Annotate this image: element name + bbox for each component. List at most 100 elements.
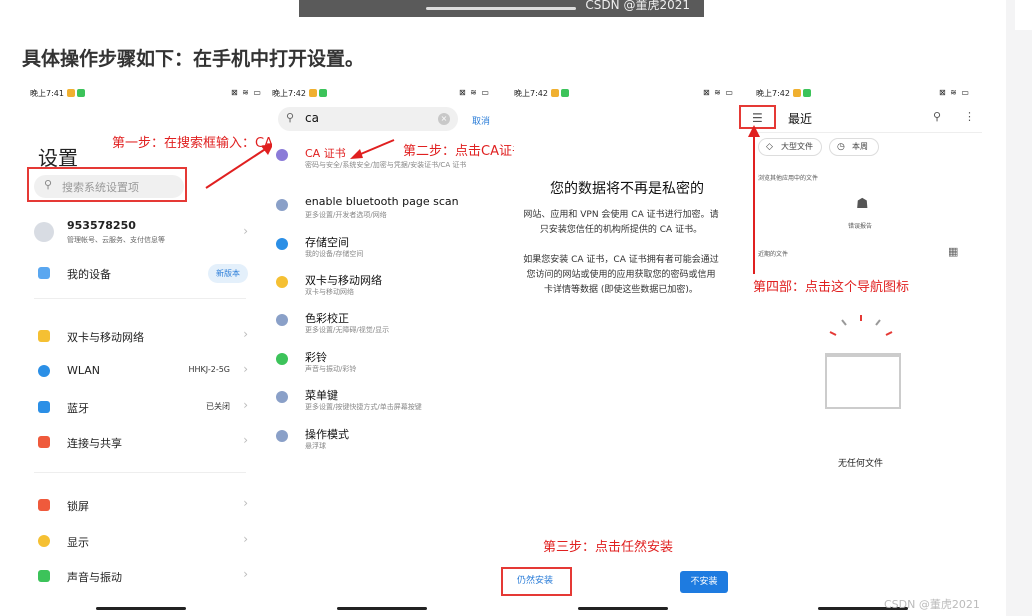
chip-large-files[interactable]: ◇ 大型文件 <box>758 138 822 156</box>
warning-paragraph: 如果您安装 CA 证书，CA 证书拥有者可能会通过 您访问的网站或使用的应用获取… <box>506 253 736 298</box>
settings-item-bluetooth[interactable]: 蓝牙 已关闭 › <box>34 397 250 417</box>
result-path: 更多设置/开发者选项/网络 <box>305 211 387 219</box>
result-path: 悬浮球 <box>305 442 326 450</box>
warning-line: 卡详情等数据 (即使这些数据已加密)。 <box>544 285 698 295</box>
search-result[interactable]: 色彩校正 更多设置/无障碍/视觉/显示 <box>276 310 488 346</box>
result-title: 操作模式 <box>305 428 349 441</box>
dont-install-button[interactable]: 不安装 <box>680 571 728 593</box>
search-result[interactable]: 彩铃 声音与振动/彩铃 <box>276 349 488 385</box>
highlight-box-menu <box>739 105 776 129</box>
bluetooth-icon <box>38 401 50 413</box>
warning-line: 您访问的网站或使用的应用获取您的密码或信用 <box>526 270 716 280</box>
settings-item-label: 双卡与移动网络 <box>67 331 144 344</box>
settings-item-value: 已关闭 <box>206 402 230 411</box>
notification-icon <box>309 89 317 97</box>
sun-icon <box>38 535 50 547</box>
wifi-icon <box>38 365 50 377</box>
settings-item-label: WLAN <box>67 364 101 377</box>
section-label: 浏览其他应用中的文件 <box>758 175 819 182</box>
annotation-step1: 第一步：在搜索框输入：CA <box>112 136 273 151</box>
screenshot-files: 晚上7:42 ⊠ ≋ ▭ <box>756 84 982 616</box>
settings-item-sound[interactable]: 声音与振动 › <box>34 566 250 586</box>
status-icons: ⊠ ≋ ▭ <box>938 88 970 97</box>
account-subtitle: 管理帐号、云服务、支付信息等 <box>67 236 165 244</box>
bug-report-label: 错误报告 <box>848 223 873 230</box>
storage-icon <box>276 238 288 250</box>
search-value: ca <box>305 111 319 125</box>
lock-icon <box>38 499 50 511</box>
warning-line: 只安装您信任的机构所提供的 CA 证书。 <box>539 225 703 235</box>
chevron-right-icon: › <box>243 532 248 546</box>
settings-item-wlan[interactable]: WLAN HHKJ-2-5G › <box>34 361 250 381</box>
search-icon[interactable]: ⚲ <box>933 110 941 123</box>
settings-item-display[interactable]: 显示 › <box>34 531 250 551</box>
avatar <box>34 222 54 242</box>
sim-icon <box>276 276 288 288</box>
notification-icon <box>793 89 801 97</box>
status-icons: ⊠ ≋ ▭ <box>702 88 734 97</box>
watermark-top: CSDN @董虎2021 <box>585 0 690 12</box>
result-title: 彩铃 <box>305 351 327 364</box>
result-path: 双卡与移动网络 <box>305 288 354 296</box>
account-row[interactable]: 953578250 管理帐号、云服务、支付信息等 › <box>34 218 250 250</box>
grid-view-icon[interactable]: ▦ <box>948 245 958 258</box>
chip-label: 本周 <box>852 142 868 151</box>
home-indicator <box>426 7 576 10</box>
result-path: 声音与振动/彩铃 <box>305 365 357 373</box>
warning-line: 网站、应用和 VPN 会使用 CA 证书进行加密。请 <box>523 210 719 220</box>
status-time: 晚上7:42 <box>272 89 306 98</box>
status-time: 晚上7:42 <box>514 89 548 98</box>
search-result[interactable]: enable bluetooth page scan 更多设置/开发者选项/网络 <box>276 195 488 231</box>
settings-item-lockscreen[interactable]: 锁屏 › <box>34 495 250 515</box>
notification-icon <box>77 89 85 97</box>
status-bar: 晚上7:42 ⊠ ≋ ▭ <box>756 88 982 102</box>
divider <box>756 132 982 133</box>
notification-icon <box>803 89 811 97</box>
status-icons: ⊠ ≋ ▭ <box>230 88 262 97</box>
strip-block <box>1015 0 1032 30</box>
search-input[interactable]: ⚲ ca × <box>278 107 458 131</box>
highlight-box-install <box>501 567 572 596</box>
search-result[interactable]: 菜单键 更多设置/按键快捷方式/单击屏幕按键 <box>276 387 488 423</box>
home-indicator <box>337 607 427 610</box>
settings-item-label: 显示 <box>67 536 89 549</box>
files-title: 最近 <box>788 112 813 126</box>
more-icon <box>276 430 288 442</box>
share-icon <box>38 436 50 448</box>
warning-paragraph: 网站、应用和 VPN 会使用 CA 证书进行加密。请 只安装您信任的机构所提供的… <box>506 208 736 238</box>
chevron-right-icon: › <box>243 398 248 412</box>
device-icon <box>38 267 50 279</box>
more-icon <box>276 391 288 403</box>
bug-icon[interactable]: ☗ <box>856 196 869 212</box>
settings-item-label: 蓝牙 <box>67 402 89 415</box>
result-title: 菜单键 <box>305 389 338 402</box>
home-indicator <box>578 607 668 610</box>
more-vert-icon[interactable]: ⋮ <box>964 110 975 123</box>
settings-item-dual-sim[interactable]: 双卡与移动网络 › <box>34 326 250 346</box>
status-time: 晚上7:42 <box>756 89 790 98</box>
new-version-badge: 新版本 <box>208 264 248 283</box>
result-path: 更多设置/无障碍/视觉/显示 <box>305 326 390 334</box>
settings-item-connection[interactable]: 连接与共享 › <box>34 432 250 452</box>
status-time: 晚上7:41 <box>30 89 64 98</box>
settings-item-label: 声音与振动 <box>67 571 122 584</box>
result-path: 我的设备/存储空间 <box>305 250 364 258</box>
chip-this-week[interactable]: ◷ 本周 <box>829 138 879 156</box>
chevron-right-icon: › <box>243 496 248 510</box>
watermark-bottom: CSDN @董虎2021 <box>884 598 980 611</box>
search-result[interactable]: 双卡与移动网络 双卡与移动网络 <box>276 272 488 308</box>
clear-icon[interactable]: × <box>438 113 450 125</box>
section-heading: 具体操作步骤如下：在手机中打开设置。 <box>22 48 365 70</box>
sim-icon <box>38 330 50 342</box>
search-result[interactable]: 操作模式 悬浮球 <box>276 426 488 462</box>
chevron-right-icon: › <box>243 362 248 376</box>
settings-item-label: 我的设备 <box>67 268 111 281</box>
result-path: 更多设置/按键快捷方式/单击屏幕按键 <box>305 403 422 411</box>
cancel-button[interactable]: 取消 <box>472 114 490 127</box>
search-result[interactable]: 存储空间 我的设备/存储空间 <box>276 234 488 270</box>
settings-item-my-device[interactable]: 我的设备 新版本 <box>34 263 250 283</box>
warning-line: 如果您安装 CA 证书，CA 证书拥有者可能会通过 <box>523 255 719 265</box>
speaker-icon <box>276 353 288 365</box>
settings-item-value: HHKJ-2-5G <box>188 365 230 374</box>
status-bar: 晚上7:42 ⊠ ≋ ▭ <box>272 88 508 102</box>
